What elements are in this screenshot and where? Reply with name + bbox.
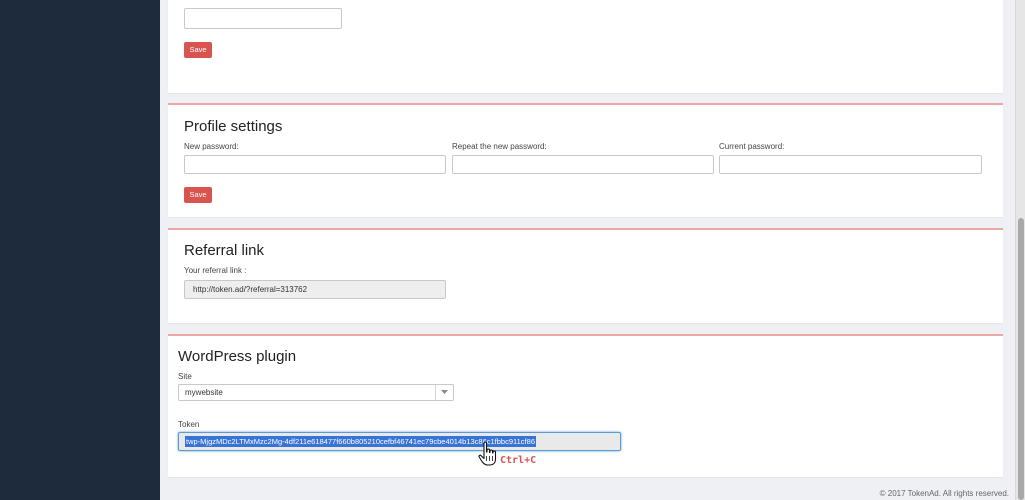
referral-link-card: Referral link Your referral link : http:… <box>168 228 1003 323</box>
chevron-down-icon[interactable] <box>435 385 453 400</box>
token-label: Token <box>178 420 200 429</box>
profile-save-button[interactable]: Save <box>184 187 212 203</box>
footer-copyright: © 2017 TokenAd. All rights reserved. <box>879 489 1009 498</box>
site-select[interactable]: mywebsite <box>178 384 454 401</box>
site-label: Site <box>178 372 192 381</box>
repeat-password-field[interactable] <box>452 155 714 174</box>
referral-link-label: Your referral link : <box>184 266 247 275</box>
scrollbar-thumb[interactable] <box>1018 218 1024 500</box>
current-password-field[interactable] <box>719 155 982 174</box>
site-select-value: mywebsite <box>185 388 223 397</box>
referral-link-field[interactable]: http://token.ad/?referral=313762 <box>184 280 446 299</box>
top-settings-input[interactable] <box>184 8 342 29</box>
top-save-button[interactable]: Save <box>184 42 212 58</box>
new-password-label: New password: <box>184 142 239 151</box>
referral-link-value: http://token.ad/?referral=313762 <box>193 285 308 294</box>
sidebar <box>0 0 160 500</box>
profile-settings-title: Profile settings <box>184 118 283 135</box>
repeat-password-label: Repeat the new password: <box>452 142 547 151</box>
wordpress-plugin-card: WordPress plugin Site mywebsite Token tw… <box>168 334 1003 477</box>
wordpress-plugin-title: WordPress plugin <box>178 348 297 365</box>
current-password-label: Current password: <box>719 142 785 151</box>
hand-pointer-icon <box>478 441 498 472</box>
copy-shortcut-annotation: Ctrl+C <box>500 455 537 466</box>
page-scrollbar[interactable] <box>1015 0 1025 500</box>
token-field[interactable]: twp-MjgzMDc2LTMxMzc2Mg-4df211e618477f660… <box>178 432 621 451</box>
new-password-field[interactable] <box>184 155 446 174</box>
profile-settings-card: Profile settings New password: Repeat th… <box>168 103 1003 217</box>
top-settings-card: Save <box>168 0 1003 93</box>
referral-link-title: Referral link <box>184 242 265 259</box>
